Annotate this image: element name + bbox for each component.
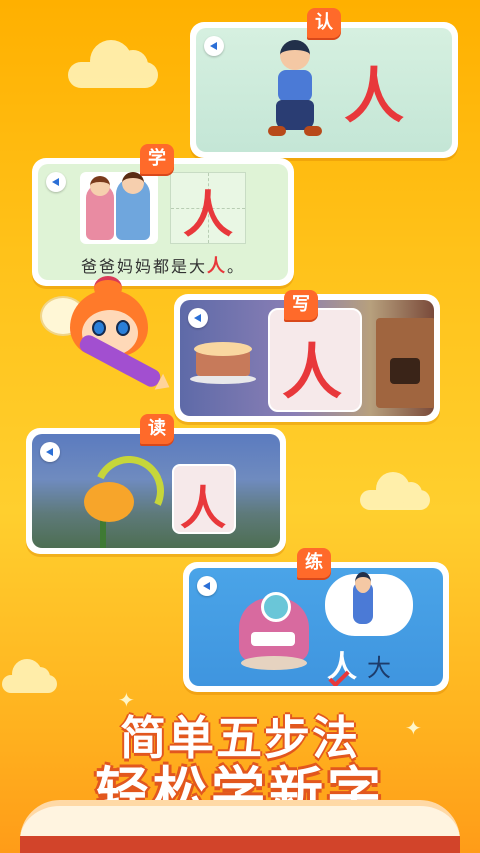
speaker-icon[interactable]: [46, 172, 66, 192]
character-display: 人: [282, 338, 342, 408]
step-scene: 人: [32, 434, 280, 548]
step-scene: 人 大: [189, 568, 443, 686]
house-illustration: [376, 318, 434, 408]
cloud-decoration: [68, 40, 158, 88]
sentence-end: 。: [227, 257, 246, 276]
boy-illustration: [268, 40, 324, 136]
step-tag: 读: [140, 414, 174, 444]
sentence-highlight: 人: [207, 256, 227, 277]
cloud-decoration: [2, 659, 57, 693]
boy-mini-illustration: [353, 572, 373, 624]
step-card-practice[interactable]: 人 大 练: [183, 548, 449, 692]
step-card-learn[interactable]: 人 爸爸妈妈都是大人。 学: [32, 144, 294, 286]
example-sentence: 爸爸妈妈都是大人。: [38, 252, 288, 278]
speaker-icon[interactable]: [204, 36, 224, 56]
character-display: 人: [183, 185, 233, 244]
reading-card[interactable]: 人: [172, 464, 236, 535]
thought-bubble: [325, 572, 413, 636]
step-tag: 写: [284, 290, 318, 320]
flower-illustration: [84, 482, 134, 522]
cloud-decoration: [360, 472, 430, 510]
monster-illustration: [239, 592, 309, 662]
character-display: 人: [344, 62, 404, 132]
step-card-write[interactable]: 人 写: [174, 290, 440, 422]
step-scene: 人: [196, 28, 452, 152]
speaker-icon[interactable]: [197, 576, 217, 596]
open-book-illustration: [20, 800, 460, 853]
cake-illustration: [190, 342, 256, 384]
family-illustration: [80, 172, 158, 244]
step-card-read[interactable]: 人 读: [26, 414, 286, 554]
step-tag: 认: [307, 8, 341, 38]
character-display: 人: [180, 481, 226, 535]
step-tag: 练: [297, 548, 331, 578]
pedestal: [241, 656, 307, 670]
step-scene: 人 爸爸妈妈都是大人。: [38, 164, 288, 280]
sentence-text: 爸爸妈妈都是大: [80, 257, 207, 276]
step-card-recognize[interactable]: 人 认: [190, 8, 458, 158]
answer-option-b[interactable]: 大: [367, 648, 391, 683]
step-tag: 学: [140, 144, 174, 174]
writing-grid: 人: [170, 172, 246, 244]
speaker-icon[interactable]: [40, 442, 60, 462]
writing-card[interactable]: 人: [268, 308, 362, 412]
speaker-icon[interactable]: [188, 308, 208, 328]
fairy-mascot: [40, 276, 170, 402]
